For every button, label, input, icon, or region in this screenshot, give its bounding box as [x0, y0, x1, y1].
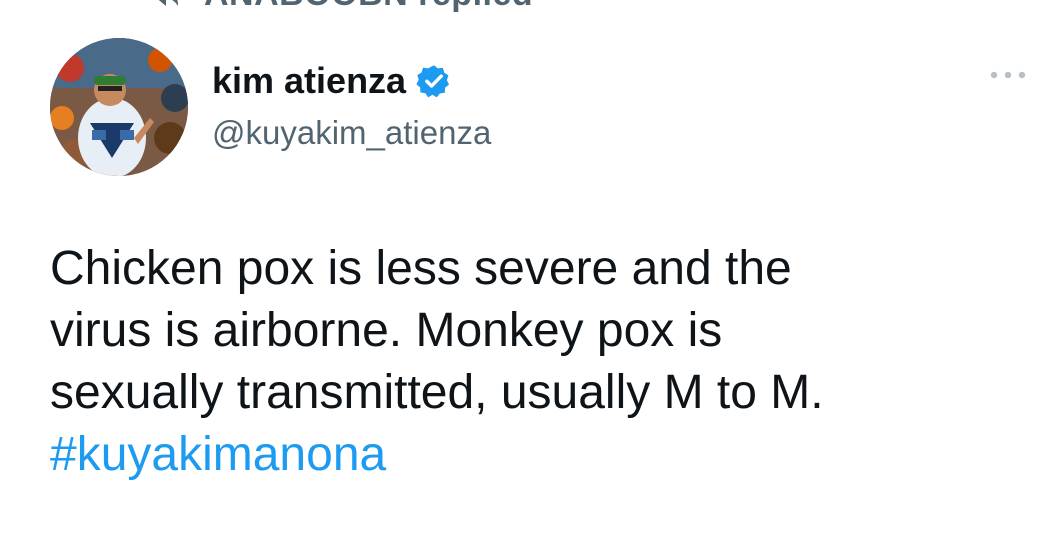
tweet-text-line: sexually transmitted, usually M to M. [50, 366, 824, 419]
avatar[interactable] [50, 38, 188, 176]
social-context-label[interactable]: ANABOOBN replied [204, 0, 533, 14]
tweet-text-line: Chicken pox is less severe and the [50, 242, 792, 295]
more-dots-icon [986, 67, 1030, 85]
tweet-text: Chicken pox is less severe and the virus… [50, 238, 1010, 486]
hashtag-link[interactable]: #kuyakimanona [50, 424, 1010, 486]
reply-arrow-icon [150, 0, 182, 10]
author-display-name[interactable]: kim atienza [212, 60, 406, 102]
author-name-row[interactable]: kim atienza [212, 60, 452, 102]
more-options-button[interactable] [984, 62, 1032, 90]
author-handle[interactable]: @kuyakim_atienza [212, 114, 491, 152]
verified-badge-icon [416, 63, 452, 99]
social-context: ANABOOBN replied [150, 0, 533, 14]
tweet-text-line: virus is airborne. Monkey pox is [50, 304, 723, 357]
